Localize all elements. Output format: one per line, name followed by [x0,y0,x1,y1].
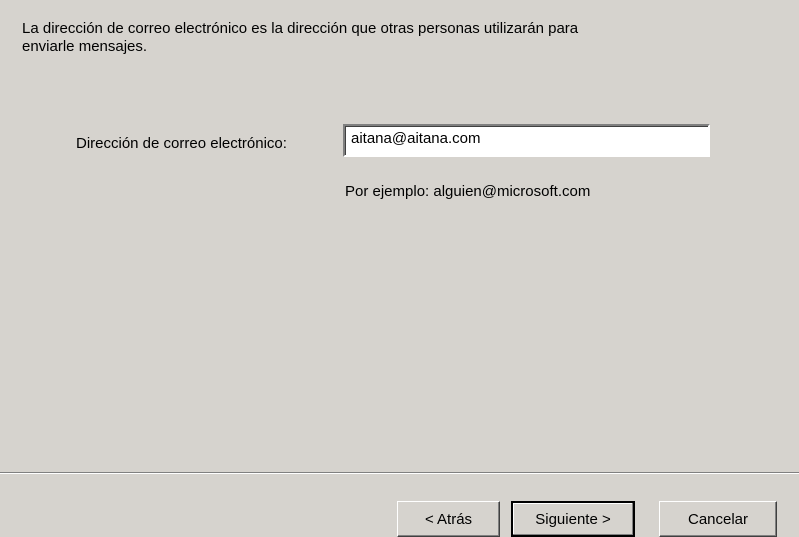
back-button[interactable]: < Atrás [397,501,500,537]
intro-text: La dirección de correo electrónico es la… [22,20,722,56]
next-button[interactable]: Siguiente > [511,501,635,537]
email-field[interactable] [343,124,710,157]
footer-separator [0,472,799,474]
email-label: Dirección de correo electrónico: [76,135,287,152]
intro-line-1: La dirección de correo electrónico es la… [22,20,579,37]
cancel-button[interactable]: Cancelar [659,501,777,537]
email-example-hint: Por ejemplo: alguien@microsoft.com [345,183,591,200]
intro-line-2: enviarle mensajes. [22,38,148,55]
